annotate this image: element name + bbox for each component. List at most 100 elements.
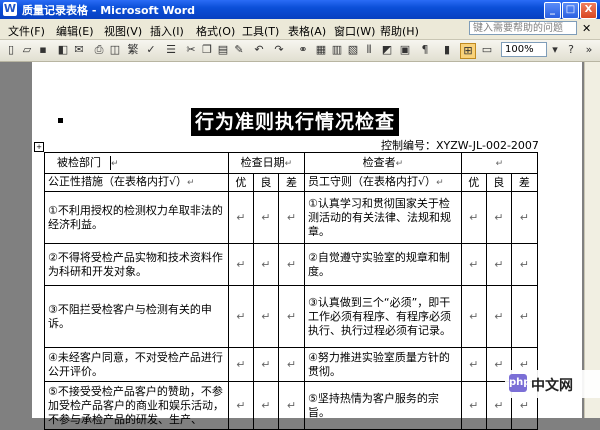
save-icon[interactable]: ▪ <box>36 43 50 57</box>
control-number[interactable]: 控制编号：XYZW-JL-002-2007 <box>381 137 539 153</box>
menu-file[interactable]: 文件(F) <box>8 23 45 39</box>
bad-header-right[interactable]: 差 <box>510 173 539 192</box>
check-cell[interactable]: ↵ <box>227 347 254 382</box>
rule-cell[interactable]: ⑤坚持热情为客户服务的宗旨。 <box>304 381 462 430</box>
menu-close-icon[interactable]: ✕ <box>582 22 591 35</box>
cut-icon[interactable]: ✂ <box>184 43 198 57</box>
check-cell[interactable]: ↵ <box>252 243 279 286</box>
undo-icon[interactable]: ↶ <box>252 43 266 57</box>
rules-header-cell[interactable]: 员工守则（在表格内打√）↵ <box>304 173 462 192</box>
research-icon[interactable]: ☰ <box>164 43 178 57</box>
redo-icon[interactable]: ↷ <box>272 43 286 57</box>
check-cell[interactable]: ↵ <box>277 243 306 286</box>
bad-header-left[interactable]: 差 <box>277 173 306 192</box>
insert-table-icon[interactable]: ▥ <box>330 43 344 57</box>
paste-icon[interactable]: ▤ <box>216 43 230 57</box>
help-search-input[interactable]: 键入需要帮助的问题 <box>469 21 577 35</box>
measure-cell[interactable]: ②不得将受检产品实物和技术资料作为科研和开发对象。 <box>44 243 229 286</box>
table-move-handle-icon[interactable]: + <box>34 142 44 152</box>
show-hide-icon[interactable]: ¶ <box>418 43 432 57</box>
menu-view[interactable]: 视图(V) <box>104 23 142 39</box>
measure-cell[interactable]: ③不阻拦受检客户与检测有关的申诉。 <box>44 285 229 348</box>
check-cell[interactable]: ↵ <box>485 191 512 244</box>
check-cell[interactable]: ↵ <box>252 285 279 348</box>
check-cell[interactable]: ↵ <box>510 191 539 244</box>
dept-label-cell[interactable]: 被检部门 ↵ <box>44 152 229 174</box>
reading-layout-icon[interactable]: ▭ <box>480 43 494 57</box>
rule-cell[interactable]: ④努力推进实验室质量方针的贯彻。 <box>304 347 462 382</box>
document-map-icon[interactable]: ▣ <box>398 43 412 57</box>
tables-borders-icon[interactable]: ▦ <box>314 43 328 57</box>
check-cell[interactable]: ↵ <box>252 191 279 244</box>
check-cell[interactable]: ↵ <box>510 285 539 348</box>
check-cell[interactable]: ↵ <box>460 243 487 286</box>
menu-bar: 文件(F) 编辑(E) 视图(V) 插入(I) 格式(O) 工具(T) 表格(A… <box>0 19 600 40</box>
check-cell[interactable]: ↵ <box>485 285 512 348</box>
hyperlink-icon[interactable]: ⚭ <box>296 43 310 57</box>
new-document-icon[interactable]: ▯ <box>4 43 18 57</box>
copy-icon[interactable]: ❐ <box>200 43 214 57</box>
measure-cell[interactable]: ①不利用授权的检测权力牟取非法的经济利益。 <box>44 191 229 244</box>
toggle-active-icon[interactable]: ⊞ <box>460 43 476 59</box>
good-header-right[interactable]: 优 <box>460 173 487 192</box>
menu-insert[interactable]: 插入(I) <box>150 23 184 39</box>
check-cell[interactable]: ↵ <box>277 191 306 244</box>
word-app-icon[interactable]: W <box>3 2 17 16</box>
check-cell[interactable]: ↵ <box>277 285 306 348</box>
vertical-scrollbar[interactable] <box>584 62 600 418</box>
good-header-left[interactable]: 优 <box>227 173 254 192</box>
check-cell[interactable]: ↵ <box>252 347 279 382</box>
check-cell[interactable]: ↵ <box>460 285 487 348</box>
check-cell[interactable]: ↵ <box>227 191 254 244</box>
check-cell[interactable]: ↵ <box>460 381 487 430</box>
menu-tools[interactable]: 工具(T) <box>242 23 279 39</box>
maximize-button[interactable]: □ <box>562 2 579 19</box>
rule-cell[interactable]: ①认真学习和贯彻国家关于检测活动的有关法律、法规和规章。 <box>304 191 462 244</box>
toolbar-options-icon[interactable]: » <box>582 43 596 57</box>
check-cell[interactable]: ↵ <box>460 191 487 244</box>
ok-header-left[interactable]: 良 <box>252 173 279 192</box>
zoom-select[interactable]: 100% <box>501 42 547 57</box>
format-painter-icon[interactable]: ✎ <box>232 43 246 57</box>
menu-table[interactable]: 表格(A) <box>288 23 326 39</box>
permission-icon[interactable]: ◧ <box>56 43 70 57</box>
rule-cell[interactable]: ③认真做到三个“必须”，即干工作必须有程序、有程序必须执行、执行过程必须有记录。 <box>304 285 462 348</box>
inspector-value-cell[interactable]: ↵ <box>460 152 539 174</box>
check-cell[interactable]: ↵ <box>460 347 487 382</box>
check-cell[interactable]: ↵ <box>510 243 539 286</box>
drawing-icon[interactable]: ◩ <box>380 43 394 57</box>
columns-icon[interactable]: ⫴ <box>362 43 376 57</box>
help-icon[interactable]: ? <box>564 43 578 57</box>
check-cell[interactable]: ↵ <box>277 381 306 430</box>
minimize-button[interactable]: _ <box>544 2 561 19</box>
check-cell[interactable]: ↵ <box>485 243 512 286</box>
bar-chart-icon[interactable]: ▮ <box>440 43 454 57</box>
inspector-label-cell[interactable]: 检查者↵ <box>304 152 462 174</box>
insert-excel-icon[interactable]: ▧ <box>346 43 360 57</box>
ok-header-right[interactable]: 良 <box>485 173 512 192</box>
open-icon[interactable]: ▱ <box>20 43 34 57</box>
traditional-chinese-icon[interactable]: 繁 <box>126 43 140 57</box>
menu-edit[interactable]: 编辑(E) <box>56 23 94 39</box>
document-title[interactable]: 行为准则执行情况检查表 <box>191 108 399 161</box>
check-cell[interactable]: ↵ <box>252 381 279 430</box>
menu-window[interactable]: 窗口(W) <box>334 23 375 39</box>
check-cell[interactable]: ↵ <box>277 347 306 382</box>
print-icon[interactable]: ⎙ <box>92 43 106 57</box>
inspection-table[interactable]: 被检部门 ↵ 检查日期↵ 检查者↵ ↵ 公正性措施（在表格内打√）↵ 优 良 差 … <box>44 152 539 430</box>
close-button[interactable]: X <box>580 2 597 19</box>
menu-help[interactable]: 帮助(H) <box>380 23 419 39</box>
measures-header-cell[interactable]: 公正性措施（在表格内打√）↵ <box>44 173 229 192</box>
menu-format[interactable]: 格式(O) <box>196 23 235 39</box>
check-cell[interactable]: ↵ <box>227 243 254 286</box>
spelling-icon[interactable]: ✓ <box>144 43 158 57</box>
date-label-cell[interactable]: 检查日期↵ <box>227 152 306 174</box>
rule-cell[interactable]: ②自觉遵守实验室的规章和制度。 <box>304 243 462 286</box>
print-preview-icon[interactable]: ◫ <box>108 43 122 57</box>
check-cell[interactable]: ↵ <box>227 381 254 430</box>
zoom-dropdown-icon[interactable]: ▾ <box>548 43 562 57</box>
email-icon[interactable]: ✉ <box>72 43 86 57</box>
measure-cell[interactable]: ④未经客户同意，不对受检产品进行公开评价。 <box>44 347 229 382</box>
measure-cell[interactable]: ⑤不接受受检产品客户的赞助，不参加受检产品客户的商业和娱乐活动，不参与承检产品的… <box>44 381 229 430</box>
check-cell[interactable]: ↵ <box>227 285 254 348</box>
